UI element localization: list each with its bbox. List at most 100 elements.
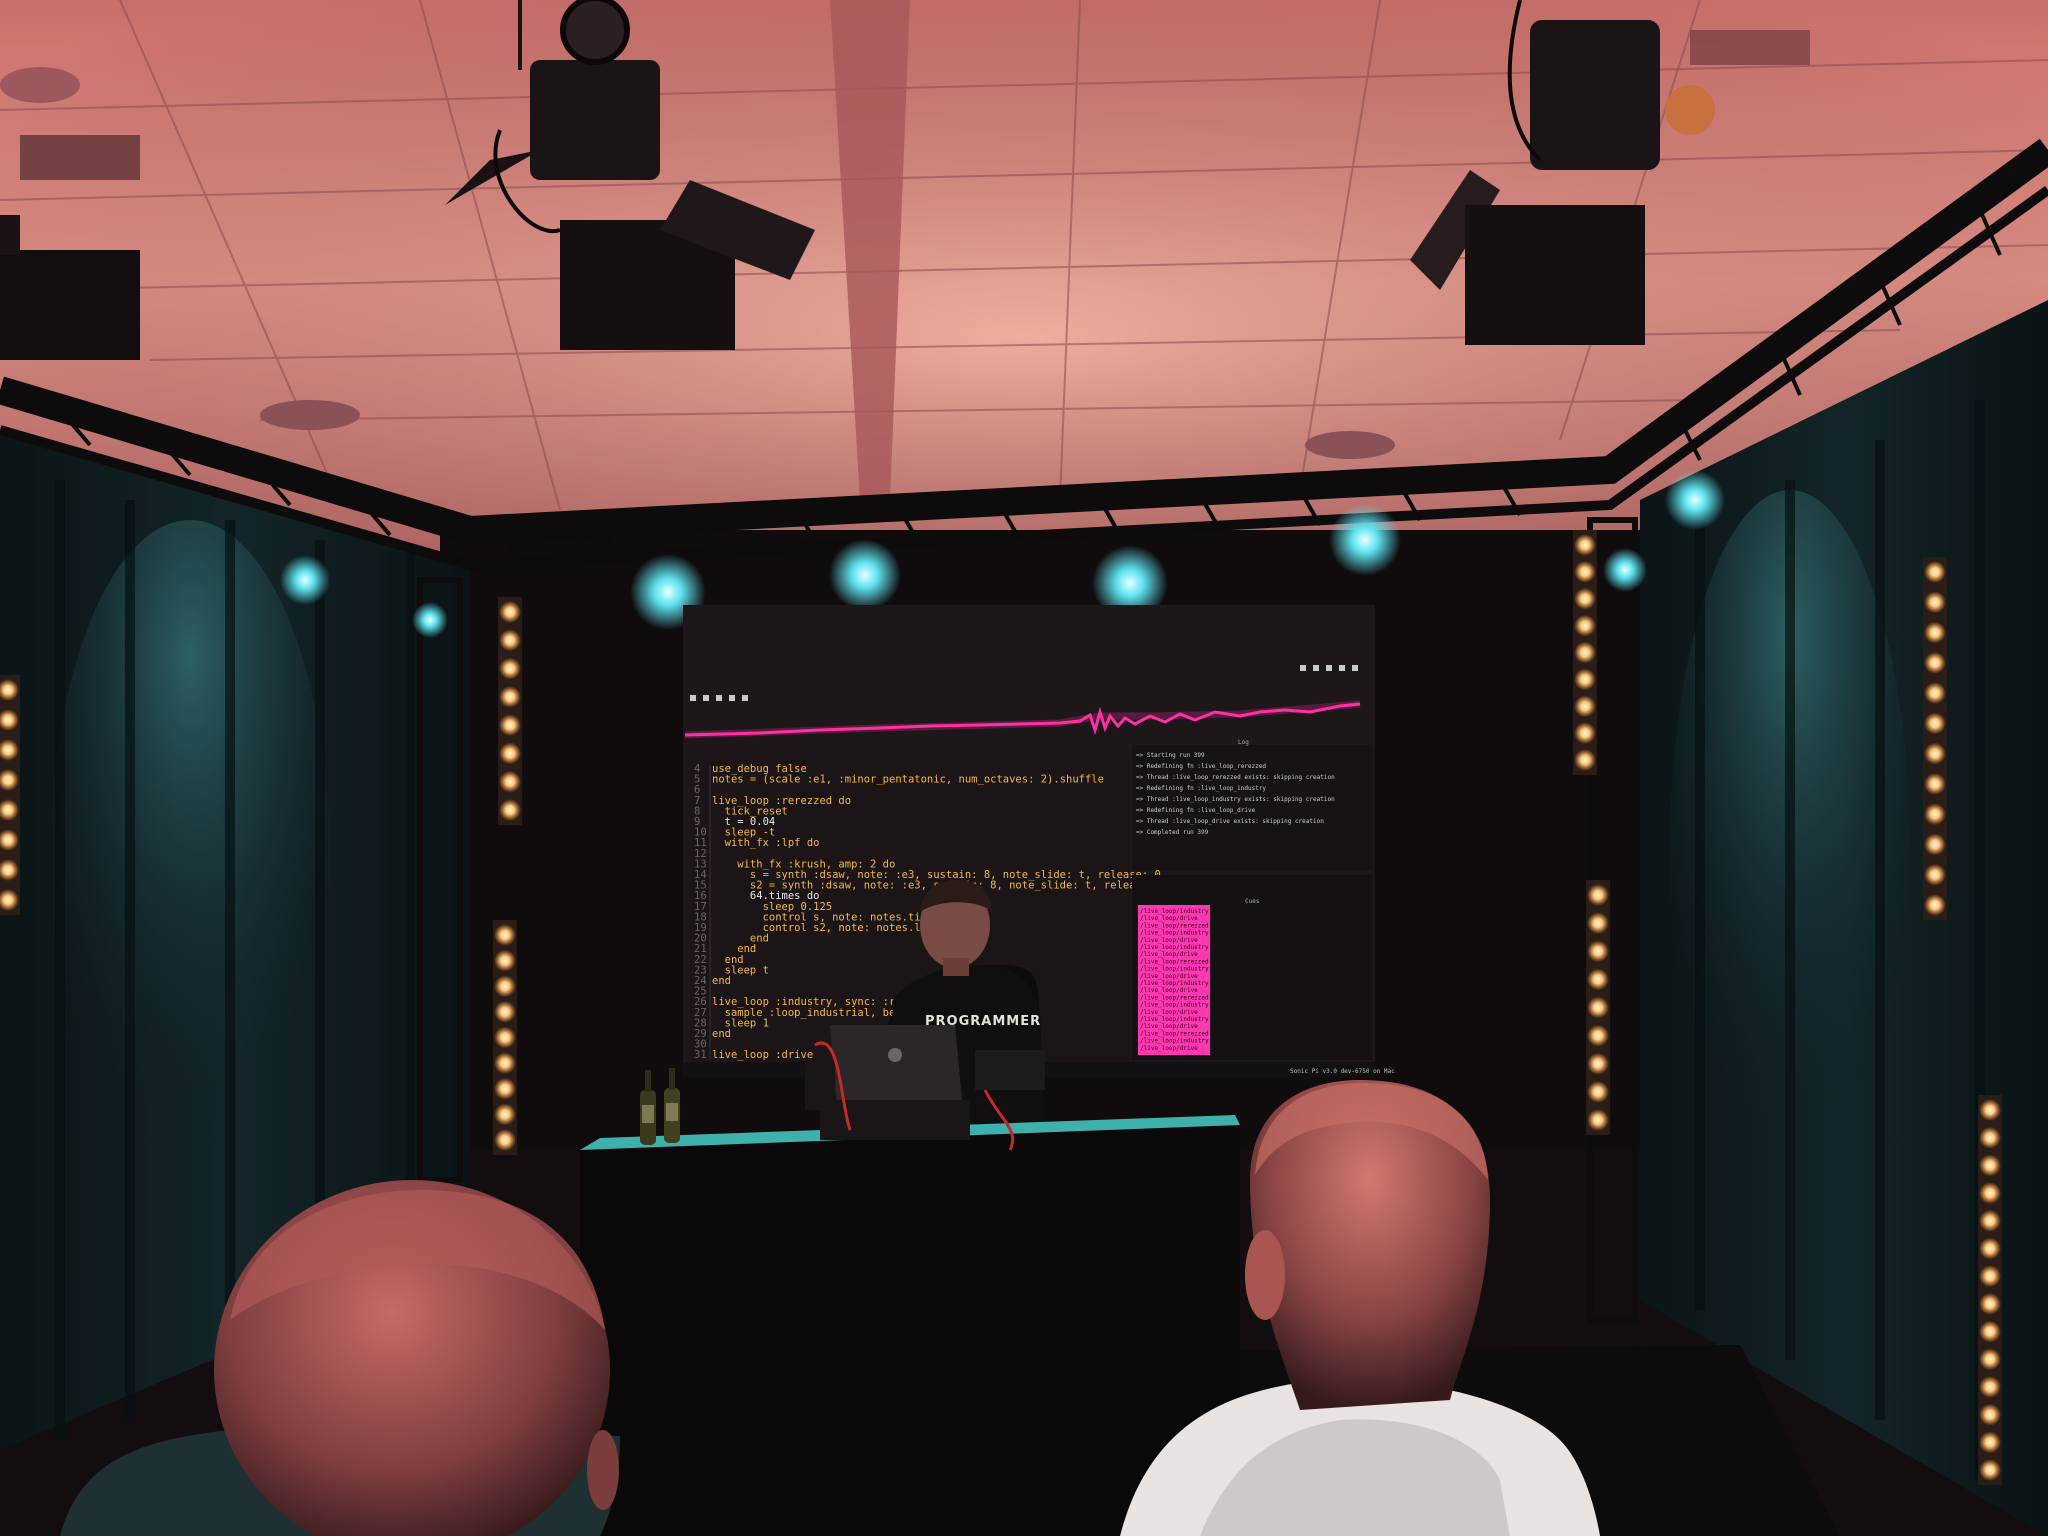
cue-title: Cues [1245,898,1260,905]
log-entry: => Thread :live_loop_drive exists: skipp… [1136,818,1324,825]
led-bulb [1924,682,1946,705]
log-entry: => Thread :live_loop_rerezzed exists: sk… [1136,774,1335,781]
log-entry: => Redefining fn :live_loop_rerezzed [1136,763,1266,770]
led-bulb [499,714,521,737]
cue-entry: /live_loop/rerezzed [1140,958,1209,965]
led-bulb [1587,1052,1609,1075]
led-bulb [494,1103,516,1126]
led-bulb [1924,894,1946,916]
led-bulb [1924,591,1946,614]
led-bulb [1587,912,1609,935]
led-bulb [499,601,521,623]
led-bulb [494,1052,516,1075]
led-bulb [494,1077,516,1100]
cue-entry: /live_loop/industry [1140,966,1209,973]
code-line: end [712,1028,731,1040]
led-bulb [1574,641,1596,664]
code-line-number: 31 [694,1049,707,1061]
log-title: Log [1238,739,1249,746]
led-bulb [1587,884,1609,906]
cue-entry: /live_loop/drive [1140,973,1198,980]
laptop [820,1025,970,1140]
cue-entry: /live_loop/rerezzed [1140,1030,1209,1037]
stage-scene: 4 use_debug false 5 notes = (scale :e1, :mi… [0,0,2048,1536]
led-bulb [1587,1024,1609,1047]
cue-entry: /live_loop/industry [1140,1016,1209,1023]
log-entry: => Starting run 399 [1136,752,1205,759]
led-bulb [1979,1099,2001,1121]
cue-entry: /live_loop/industry [1140,980,1209,987]
led-bulb [494,975,516,998]
cue-entry: /live_loop/industry [1140,944,1209,951]
cue-entry: /live_loop/drive [1140,951,1198,958]
led-bulb [494,949,516,972]
led-bulb [499,799,521,821]
led-bulb [494,924,516,946]
led-bulb [499,770,521,793]
led-bulb [1574,695,1596,718]
log-entry: => Redefining fn :live_loop_industry [1136,785,1266,792]
led-bulb [1979,1431,2001,1454]
led-bulb [1924,561,1946,583]
code-line: end [712,975,731,987]
led-bulb [1979,1237,2001,1260]
led-bulb [494,1026,516,1049]
cue-entry: /live_loop/rerezzed [1140,922,1209,929]
led-bulb [1979,1348,2001,1371]
led-bulb [499,629,521,652]
led-bulb [1587,1080,1609,1103]
led-bulb [1979,1265,2001,1288]
status-bar: Sonic Pi v3.0 dev-6750 on Mac [1290,1068,1395,1075]
led-bulb [1979,1182,2001,1205]
cue-entry: /live_loop/drive [1140,915,1198,922]
led-bulb [1924,621,1946,644]
cue-entry: /live_loop/rerezzed [1140,994,1209,1001]
led-bulb [1979,1209,2001,1232]
led-bulb [1924,651,1946,674]
led-bulb [1574,560,1596,583]
cue-entry: /live_loop/drive [1140,987,1198,994]
led-bulb [1979,1154,2001,1177]
led-bulb [1574,668,1596,691]
led-bulb [499,685,521,708]
led-bulb [1979,1126,2001,1149]
cue-entry: /live_loop/drive [1140,937,1198,944]
cue-entry: /live_loop/industry [1140,930,1209,937]
code-line: with_fx :lpf do [712,837,819,849]
led-bulb [1924,772,1946,795]
led-bulb [1979,1459,2001,1481]
led-bulb [494,1000,516,1023]
led-bulb [1979,1403,2001,1426]
led-bulb [1924,742,1946,765]
led-bulb [1587,940,1609,963]
led-bulb [1979,1320,2001,1343]
cue-entry: /live_loop/industry [1140,1038,1209,1045]
led-bulb [1574,587,1596,610]
log-entry: => Thread :live_loop_industry exists: sk… [1136,796,1335,803]
stage-photo: 4 use_debug false5 notes = (scale :e1, :mi… [0,0,2048,1536]
cue-entry: /live_loop/industry [1140,1002,1209,1009]
led-bulb [1924,863,1946,886]
led-bar [1978,1095,2002,1485]
cue-entry: /live_loop/drive [1140,1009,1198,1016]
log-entry: => Completed run 399 [1136,829,1209,836]
log-entry: => Redefining fn :live_loop_drive [1136,807,1256,814]
led-bulb [1979,1292,2001,1315]
projection-screen: 4 use_debug false5 notes = (scale :e1, :mi… [683,605,1395,1077]
led-bulb [1574,749,1596,771]
led-bulb [1574,614,1596,637]
led-bulb [1979,1375,2001,1398]
led-bulb [499,742,521,765]
led-bulb [1924,803,1946,826]
cue-entry: /live_loop/drive [1140,1045,1198,1052]
led-bulb [1574,722,1596,745]
led-bulb [1574,534,1596,556]
led-bulb [1587,968,1609,991]
led-bulb [1587,996,1609,1019]
led-bulb [1924,712,1946,735]
led-bulb [499,657,521,680]
cue-entry: /live_loop/drive [1140,1023,1198,1030]
led-bulb [494,1129,516,1151]
code-line: live_loop :drive [712,1049,813,1061]
cue-entry: /live_loop/industry [1140,908,1209,915]
